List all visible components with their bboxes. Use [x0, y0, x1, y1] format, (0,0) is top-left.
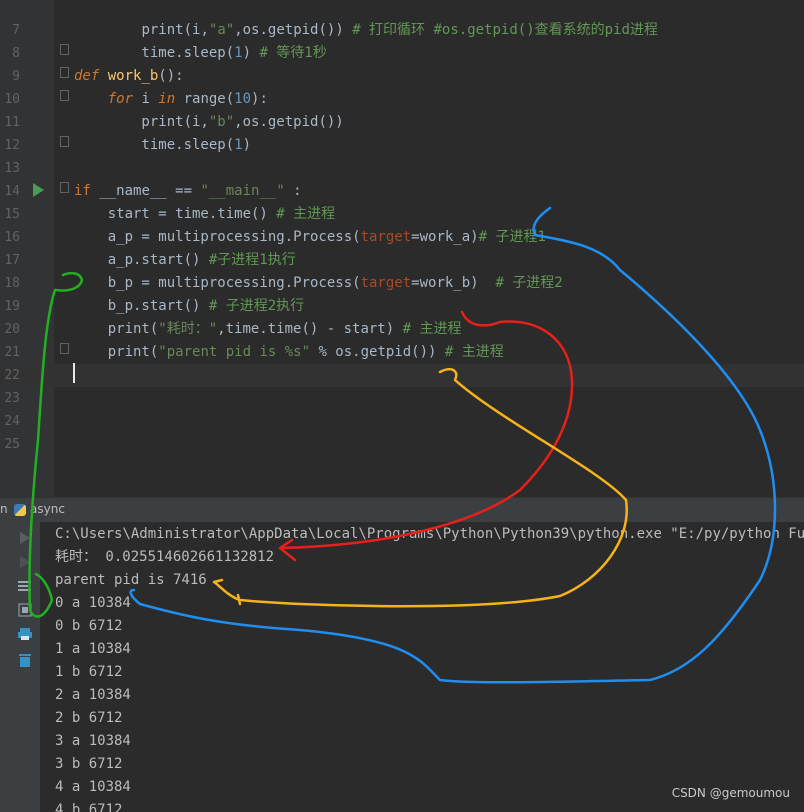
console-line: 3 a 10384	[55, 733, 131, 749]
code-line[interactable]: 20 print("耗时：",time.time() - start) # 主进…	[0, 318, 804, 341]
line-number: 21	[4, 345, 20, 360]
line-number: 12	[4, 138, 20, 153]
code-line[interactable]: 14 if __name__ == "__main__" :	[0, 180, 804, 203]
console-line: 1 a 10384	[55, 641, 131, 657]
line-number: 10	[4, 92, 20, 107]
line-number: 14	[4, 184, 20, 199]
scroll-to-end-icon[interactable]	[17, 602, 33, 617]
console-line: parent pid is 7416	[55, 572, 207, 588]
line-number: 9	[12, 69, 20, 84]
console-line: 4 a 10384	[55, 779, 131, 795]
code-text: start = time.time() # 主进程	[74, 206, 336, 222]
code-text: print(i,"a",os.getpid()) # 打印循环 #os.getp…	[141, 22, 658, 38]
code-line[interactable]: 13	[0, 157, 804, 180]
line-number: 13	[4, 161, 20, 176]
fold-marker-icon[interactable]	[60, 90, 69, 101]
code-line[interactable]: 16 a_p = multiprocessing.Process(target=…	[0, 226, 804, 249]
fold-marker-icon[interactable]	[60, 44, 69, 55]
code-line[interactable]: 21 print("parent pid is %s" % os.getpid(…	[0, 341, 804, 364]
code-text: b_p.start() # 子进程2执行	[74, 298, 305, 314]
console-line: 耗时： 0.025514602661132812	[55, 549, 275, 565]
code-text: for i in range(10):	[107, 91, 268, 107]
print-icon[interactable]	[17, 626, 33, 640]
fold-marker-icon[interactable]	[60, 182, 69, 193]
line-number: 15	[4, 207, 20, 222]
line-number: 7	[12, 23, 20, 38]
line-number: 24	[4, 414, 20, 429]
code-line[interactable]: 9 def work_b():	[0, 65, 804, 88]
stop-icon[interactable]	[17, 554, 33, 568]
console-line: 0 a 10384	[55, 595, 131, 611]
line-number: 25	[4, 437, 20, 452]
rerun-icon[interactable]	[17, 530, 33, 544]
code-line[interactable]: 15 start = time.time() # 主进程	[0, 203, 804, 226]
line-number: 22	[4, 368, 20, 383]
code-line[interactable]: 17 a_p.start() #子进程1执行	[0, 249, 804, 272]
code-line[interactable]: 18 b_p = multiprocessing.Process(target=…	[0, 272, 804, 295]
code-line[interactable]: 7 print(i,"a",os.getpid()) # 打印循环 #os.ge…	[0, 19, 804, 42]
code-text: if __name__ == "__main__" :	[74, 183, 302, 199]
console-line: 2 b 6712	[55, 710, 123, 726]
code-text: b_p = multiprocessing.Process(target=wor…	[74, 275, 563, 291]
run-config-tab[interactable]: async	[30, 502, 65, 516]
trash-icon[interactable]	[17, 652, 33, 667]
line-number: 23	[4, 391, 20, 406]
console-line: 4 b 6712	[55, 802, 123, 812]
text-caret	[73, 363, 75, 383]
line-number: 16	[4, 230, 20, 245]
code-line[interactable]: 19 b_p.start() # 子进程2执行	[0, 295, 804, 318]
code-text: print("耗时：",time.time() - start) # 主进程	[74, 321, 462, 337]
line-number: 11	[4, 115, 20, 130]
python-icon	[14, 504, 26, 516]
line-number: 17	[4, 253, 20, 268]
run-gutter-icon[interactable]	[33, 183, 44, 197]
fold-marker-icon[interactable]	[60, 67, 69, 78]
code-text: print("parent pid is %s" % os.getpid()) …	[74, 344, 504, 360]
code-line[interactable]: 22	[0, 364, 804, 387]
code-text: def work_b():	[74, 68, 184, 84]
line-number: 19	[4, 299, 20, 314]
code-line[interactable]: 24	[0, 410, 804, 433]
console-line: 2 a 10384	[55, 687, 131, 703]
code-editor[interactable]: 7 print(i,"a",os.getpid()) # 打印循环 #os.ge…	[0, 0, 804, 497]
console-line: 0 b 6712	[55, 618, 123, 634]
console-line: 3 b 6712	[55, 756, 123, 772]
watermark: CSDN @gemoumou	[671, 786, 790, 800]
console-line: C:\Users\Administrator\AppData\Local\Pro…	[55, 526, 804, 542]
code-line[interactable]: 25	[0, 433, 804, 456]
code-line[interactable]: 11 print(i,"b",os.getpid())	[0, 111, 804, 134]
code-line[interactable]: 8 time.sleep(1) # 等待1秒	[0, 42, 804, 65]
code-text: print(i,"b",os.getpid())	[74, 114, 344, 130]
code-line[interactable]: 12 time.sleep(1)	[0, 134, 804, 157]
code-text: a_p = multiprocessing.Process(target=wor…	[74, 229, 546, 245]
line-number: 18	[4, 276, 20, 291]
console-line: 1 b 6712	[55, 664, 123, 680]
fold-marker-icon[interactable]	[60, 136, 69, 147]
code-text: a_p.start() #子进程1执行	[74, 252, 296, 268]
code-text: time.sleep(1) # 等待1秒	[74, 45, 327, 61]
soft-wrap-icon[interactable]	[17, 578, 33, 592]
code-line[interactable]: 23	[0, 387, 804, 410]
run-console-output[interactable]: C:\Users\Administrator\AppData\Local\Pro…	[40, 522, 804, 812]
line-number: 20	[4, 322, 20, 337]
code-line[interactable]: 10 for i in range(10):	[0, 88, 804, 111]
line-number: 8	[12, 46, 20, 61]
fold-marker-icon[interactable]	[60, 343, 69, 354]
run-toolbar	[0, 522, 40, 812]
run-tab-partial-label: n	[0, 502, 8, 516]
code-text: time.sleep(1)	[74, 137, 252, 153]
run-panel-header: n async	[0, 497, 804, 522]
